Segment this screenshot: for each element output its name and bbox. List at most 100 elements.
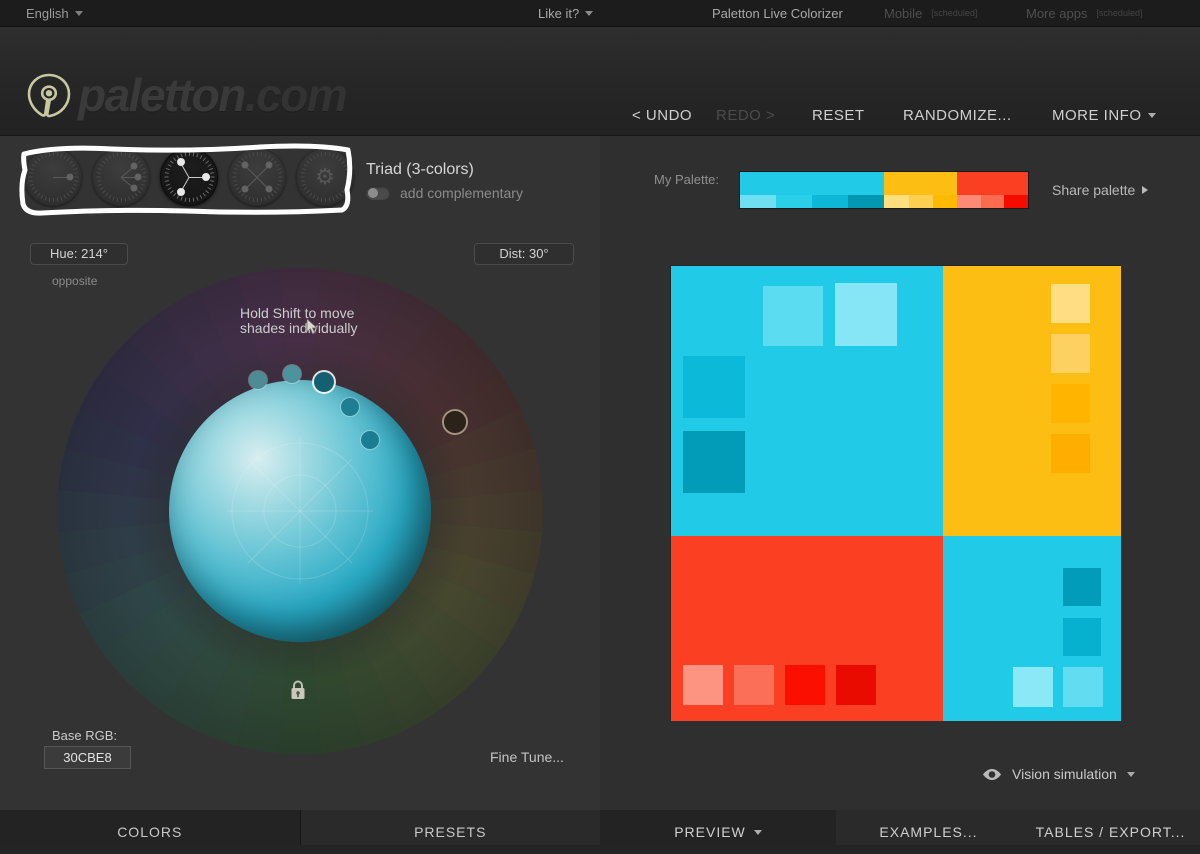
scheme-button-adjacent[interactable] <box>92 148 150 206</box>
palette-sub-swatches <box>957 195 1028 208</box>
base-rgb-label: Base RGB: <box>52 728 117 743</box>
preview-swatch[interactable] <box>836 665 876 705</box>
wheel-handle-shade-2[interactable] <box>283 365 301 383</box>
palette-group-secondary-yellow[interactable] <box>884 172 957 208</box>
undo-button[interactable]: < UNDO <box>632 107 692 124</box>
preview-swatch[interactable] <box>734 665 774 705</box>
my-palette-bar[interactable] <box>739 171 1029 209</box>
scheme-dot <box>177 188 185 196</box>
palette-sub-swatch[interactable] <box>740 195 776 208</box>
preview-swatch[interactable] <box>683 431 745 493</box>
preview-swatch[interactable] <box>1063 618 1101 656</box>
more-info-menu[interactable]: MORE INFO <box>1052 107 1156 124</box>
scheme-button-tetrad[interactable] <box>228 148 286 206</box>
add-complementary-toggle-row[interactable]: add complementary <box>366 185 523 201</box>
quadrant-bottom-right[interactable] <box>943 536 1121 721</box>
wheel-handle-shade-4[interactable] <box>361 431 379 449</box>
fine-tune-button[interactable]: Fine Tune... <box>490 749 564 765</box>
vision-simulation-control[interactable]: Vision simulation <box>982 766 1135 782</box>
palette-sub-swatch[interactable] <box>848 195 884 208</box>
mobile-link[interactable]: Mobile [scheduled] <box>884 6 977 21</box>
mobile-badge: [scheduled] <box>931 8 977 18</box>
preview-swatch[interactable] <box>1051 434 1090 473</box>
palette-sub-swatch[interactable] <box>812 195 848 208</box>
palette-main-swatch[interactable] <box>957 172 1028 195</box>
palette-sub-swatch[interactable] <box>1004 195 1028 208</box>
palette-sub-swatch[interactable] <box>957 195 981 208</box>
tab-tables-export-label: TABLES / EXPORT... <box>1036 824 1186 840</box>
scheme-button-monochromatic[interactable] <box>24 148 82 206</box>
preview-swatch[interactable] <box>1051 284 1090 323</box>
scheme-button-triad[interactable] <box>160 148 218 206</box>
add-complementary-toggle[interactable] <box>366 186 390 200</box>
my-palette-label: My Palette: <box>654 172 719 187</box>
reset-button[interactable]: RESET <box>812 107 865 124</box>
quadrant-top-right[interactable] <box>943 266 1121 536</box>
preview-swatch[interactable] <box>1063 667 1103 707</box>
palette-main-swatch[interactable] <box>740 172 884 195</box>
language-selector[interactable]: English <box>26 6 83 21</box>
chevron-down-icon <box>1127 772 1135 777</box>
preview-swatch[interactable] <box>835 283 897 346</box>
shift-hint-line1: Hold Shift to move <box>240 306 480 321</box>
logo-tld: .com <box>245 69 346 121</box>
color-wheel-inner-sphere[interactable] <box>169 380 431 642</box>
app-header: paletton.com < UNDO REDO > RESET RANDOMI… <box>0 27 1200 136</box>
shift-hint: Hold Shift to move shades individually <box>240 306 480 336</box>
scheme-dot <box>67 174 74 181</box>
scheme-button-free-style[interactable]: ⚙ <box>296 148 354 206</box>
distance-value[interactable]: Dist: 30° <box>474 243 574 265</box>
palette-group-tertiary-red[interactable] <box>957 172 1028 208</box>
palette-sub-swatch[interactable] <box>981 195 1005 208</box>
preview-swatch[interactable] <box>1013 667 1053 707</box>
palette-sub-swatch[interactable] <box>909 195 934 208</box>
gear-icon: ⚙ <box>315 166 335 188</box>
scheme-dot <box>131 163 138 170</box>
base-rgb-input[interactable]: 30CBE8 <box>44 746 131 769</box>
preview-swatch[interactable] <box>683 356 745 418</box>
quadrant-top-left[interactable] <box>671 266 943 536</box>
share-palette-button[interactable]: Share palette <box>1052 182 1148 198</box>
wheel-handle-base[interactable] <box>314 372 334 392</box>
preview-swatch[interactable] <box>763 286 823 346</box>
palette-sub-swatch[interactable] <box>933 195 958 208</box>
scheme-dot <box>177 158 185 166</box>
scheme-dot <box>135 174 142 181</box>
wheel-handle-secondary-ring[interactable] <box>444 411 466 433</box>
quadrant-bottom-left[interactable] <box>671 536 943 721</box>
palette-sub-swatch[interactable] <box>776 195 812 208</box>
more-apps-link[interactable]: More apps [scheduled] <box>1026 6 1142 21</box>
more-apps-badge: [scheduled] <box>1096 8 1142 18</box>
wheel-handle-shade-1[interactable] <box>249 371 267 389</box>
lock-icon[interactable] <box>289 679 307 701</box>
redo-button[interactable]: REDO > <box>716 107 775 124</box>
wheel-handle-shade-3[interactable] <box>341 398 359 416</box>
live-colorizer-link[interactable]: Paletton Live Colorizer <box>712 6 843 21</box>
hue-value[interactable]: Hue: 214° <box>30 243 128 265</box>
wheel-grid-lines <box>169 380 431 642</box>
preview-swatch[interactable] <box>1051 334 1090 373</box>
chevron-down-icon <box>1148 113 1156 118</box>
like-it-menu[interactable]: Like it? <box>538 6 593 21</box>
preview-swatch[interactable] <box>1063 568 1101 606</box>
chevron-right-icon <box>1142 186 1148 194</box>
scheme-dot <box>202 173 210 181</box>
preview-swatch[interactable] <box>683 665 723 705</box>
mobile-label: Mobile <box>884 6 922 21</box>
scheme-dot <box>131 184 138 191</box>
preview-swatch[interactable] <box>1051 384 1090 423</box>
bottom-strip <box>0 845 1200 854</box>
logo[interactable]: paletton.com <box>26 72 346 118</box>
scheme-title: Triad (3-colors) <box>366 161 474 179</box>
top-utility-bar: English Like it? Paletton Live Colorizer… <box>0 0 1200 27</box>
mouse-cursor-icon <box>306 318 318 336</box>
paletton-logo-icon <box>26 72 72 118</box>
preview-swatch[interactable] <box>785 665 825 705</box>
palette-sub-swatch[interactable] <box>884 195 909 208</box>
palette-main-swatch[interactable] <box>884 172 957 195</box>
palette-group-primary-cyan[interactable] <box>740 172 884 208</box>
chevron-down-icon <box>754 830 762 835</box>
logo-name: paletton <box>78 69 245 121</box>
randomize-button[interactable]: RANDOMIZE... <box>903 107 1012 124</box>
preview-canvas[interactable] <box>670 265 1120 720</box>
